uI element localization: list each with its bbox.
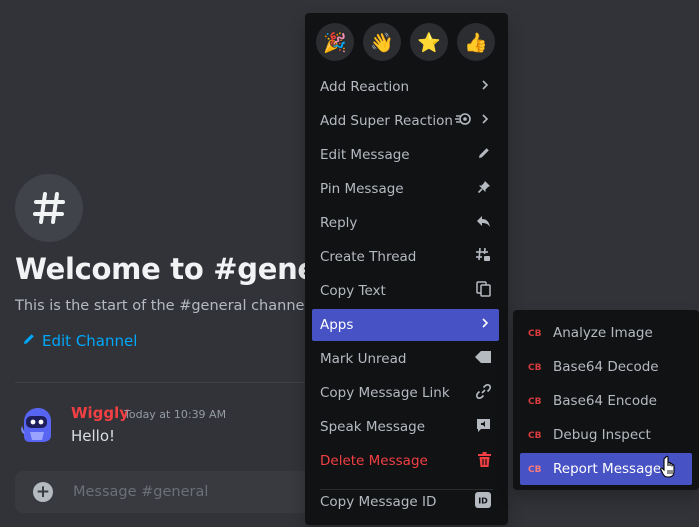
link-icon <box>476 383 491 403</box>
divider <box>15 382 315 383</box>
app-item-label: Analyze Image <box>553 325 653 341</box>
pin-icon <box>477 180 491 198</box>
app-bot-icon: CB <box>528 427 544 443</box>
svg-text:CB: CB <box>528 465 542 473</box>
pencil-icon <box>22 332 36 350</box>
app-item-label: Base64 Encode <box>553 393 657 409</box>
message-author[interactable]: Wiggly <box>71 404 129 422</box>
app-item-label: Report Message <box>553 461 662 477</box>
chevron-right-icon <box>479 79 491 95</box>
reaction-wave-icon[interactable]: 👋 <box>363 23 401 61</box>
attach-plus-icon[interactable]: + <box>33 482 53 502</box>
app-bot-icon: CB <box>528 325 544 341</box>
edit-channel-label: Edit Channel <box>42 332 138 350</box>
menu-item-label: Create Thread <box>320 249 417 265</box>
super-reaction-icon <box>455 112 471 130</box>
app-item-label: Base64 Decode <box>553 359 659 375</box>
menu-item-label: Delete Message <box>320 453 428 469</box>
app-item-label: Debug Inspect <box>553 427 651 443</box>
menu-item-copy-message-id[interactable]: Copy Message ID ID <box>312 486 499 518</box>
menu-item-label: Copy Message Link <box>320 385 450 401</box>
menu-item-label: Copy Text <box>320 283 386 299</box>
copy-icon <box>476 281 491 301</box>
channel-hash-icon <box>15 174 83 242</box>
menu-item-mark-unread[interactable]: Mark Unread <box>312 343 499 375</box>
reply-icon <box>476 215 491 232</box>
avatar[interactable] <box>20 406 54 444</box>
menu-item-add-reaction[interactable]: Add Reaction <box>312 71 499 103</box>
menu-item-edit-message[interactable]: Edit Message <box>312 139 499 171</box>
menu-item-label: Mark Unread <box>320 351 407 367</box>
menu-item-copy-text[interactable]: Copy Text <box>312 275 499 307</box>
menu-item-label: Add Super Reaction <box>320 113 453 129</box>
channel-intro-text: This is the start of the #general channe… <box>15 298 314 314</box>
chevron-right-icon <box>479 317 491 333</box>
message-input[interactable] <box>71 483 295 501</box>
app-item-base64-decode[interactable]: CB Base64 Decode <box>520 351 692 383</box>
app-bot-icon: CB <box>528 461 544 477</box>
app-bot-icon: CB <box>528 359 544 375</box>
pencil-icon <box>477 146 491 164</box>
reaction-star-icon[interactable]: ⭐ <box>410 23 448 61</box>
menu-item-create-thread[interactable]: Create Thread <box>312 241 499 273</box>
quick-reactions: 🎉 👋 ⭐ 👍 <box>316 23 495 61</box>
app-item-analyze-image[interactable]: CB Analyze Image <box>520 317 692 349</box>
menu-item-label: Pin Message <box>320 181 404 197</box>
reaction-party-icon[interactable]: 🎉 <box>316 23 354 61</box>
hand-cursor-icon <box>660 455 678 483</box>
app-item-debug-inspect[interactable]: CB Debug Inspect <box>520 419 692 451</box>
message-timestamp: Today at 10:39 AM <box>124 408 227 421</box>
menu-item-label: Reply <box>320 215 358 231</box>
edit-channel-link[interactable]: Edit Channel <box>22 332 137 350</box>
chevron-right-icon <box>479 113 491 129</box>
menu-item-copy-message-link[interactable]: Copy Message Link <box>312 377 499 409</box>
menu-item-label: Add Reaction <box>320 79 410 95</box>
svg-text:CB: CB <box>528 431 542 439</box>
menu-item-reply[interactable]: Reply <box>312 207 499 239</box>
id-icon: ID <box>475 492 491 512</box>
menu-item-add-super-reaction[interactable]: Add Super Reaction <box>312 105 499 137</box>
message-context-menu: 🎉 👋 ⭐ 👍 Add Reaction Add Super Reaction … <box>305 13 508 525</box>
trash-icon <box>478 451 491 471</box>
mark-unread-icon <box>475 351 491 367</box>
message-content: Hello! <box>71 427 116 445</box>
app-bot-icon: CB <box>528 393 544 409</box>
menu-item-apps[interactable]: Apps <box>312 309 499 341</box>
thread-icon <box>475 247 491 267</box>
svg-text:CB: CB <box>528 397 542 405</box>
menu-item-label: Copy Message ID <box>320 494 437 510</box>
svg-text:CB: CB <box>528 329 542 337</box>
menu-item-label: Speak Message <box>320 419 425 435</box>
menu-item-delete-message[interactable]: Delete Message <box>312 445 499 477</box>
speak-icon <box>476 418 491 437</box>
menu-item-speak-message[interactable]: Speak Message <box>312 411 499 443</box>
reaction-thumbs-up-icon[interactable]: 👍 <box>457 23 495 61</box>
svg-text:CB: CB <box>528 363 542 371</box>
svg-text:ID: ID <box>478 497 488 506</box>
app-item-base64-encode[interactable]: CB Base64 Encode <box>520 385 692 417</box>
menu-item-pin-message[interactable]: Pin Message <box>312 173 499 205</box>
menu-item-label: Edit Message <box>320 147 410 163</box>
message-composer: + <box>15 471 315 513</box>
menu-item-label: Apps <box>320 317 354 333</box>
